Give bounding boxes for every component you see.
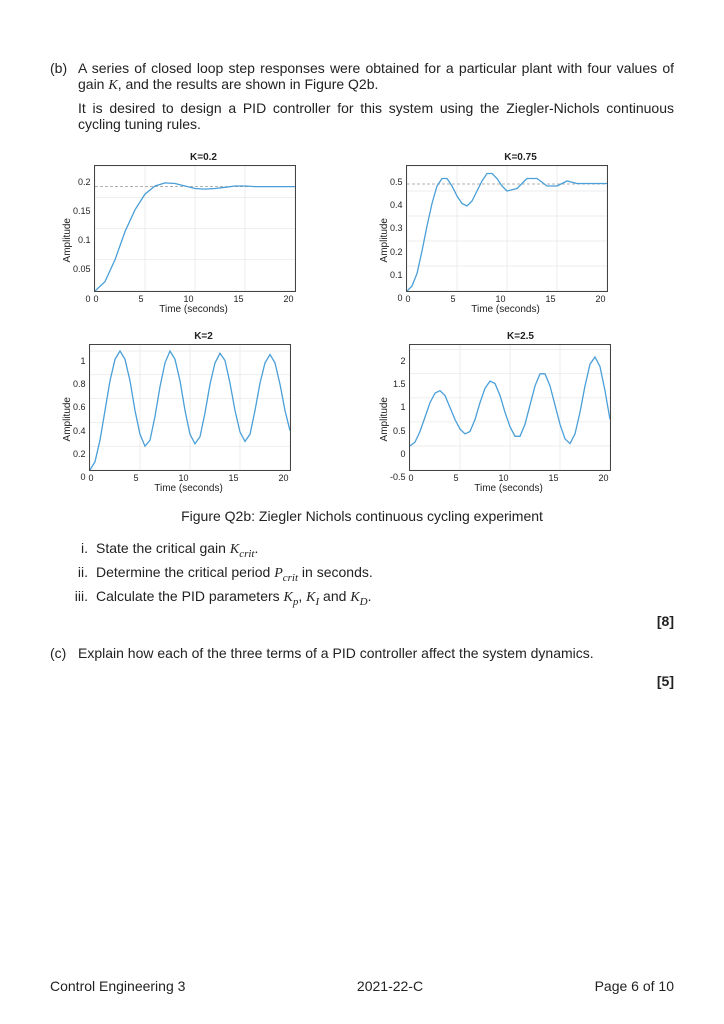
- chart-0-yticks: 0.20.150.10.050: [73, 177, 94, 304]
- marks-c: [5]: [50, 673, 674, 689]
- chart-3-xticks: 05101520: [409, 473, 609, 483]
- sub-i-text: State the critical gain Kcrit.: [96, 540, 258, 560]
- chart-2-ylabel: Amplitude: [60, 397, 73, 441]
- sub-iii-label: iii.: [62, 588, 96, 608]
- sub-i-label: i.: [62, 540, 96, 560]
- sub-item-ii: ii. Determine the critical period Pcrit …: [62, 564, 674, 584]
- chart-0-ylabel: Amplitude: [60, 218, 73, 262]
- chart-3-yticks: 21.510.50-0.5: [390, 356, 409, 483]
- figure-q2b-grid: K=0.2 Amplitude 0.20.150.10.050 05101520…: [60, 152, 664, 494]
- part-b: (b) A series of closed loop step respons…: [50, 60, 674, 138]
- chart-1-plot: [406, 165, 608, 292]
- chart-1-xlabel: Time (seconds): [406, 304, 606, 315]
- part-b-body: A series of closed loop step responses w…: [78, 60, 674, 138]
- chart-0-title: K=0.2: [60, 152, 347, 163]
- chart-2-xlabel: Time (seconds): [89, 483, 289, 494]
- part-b-label: (b): [50, 60, 78, 138]
- part-c-body: Explain how each of the three terms of a…: [78, 645, 674, 667]
- chart-0-plot: [94, 165, 296, 292]
- chart-0-xlabel: Time (seconds): [94, 304, 294, 315]
- chart-3-ylabel: Amplitude: [377, 397, 390, 441]
- sub-iii-text: Calculate the PID parameters Kp, KI and …: [96, 588, 372, 608]
- footer-mid: 2021-22-C: [357, 978, 423, 994]
- chart-1-xticks: 05101520: [406, 294, 606, 304]
- sub-ii-label: ii.: [62, 564, 96, 584]
- chart-1-ylabel: Amplitude: [377, 218, 390, 262]
- marks-b: [8]: [50, 613, 674, 629]
- chart-0: K=0.2 Amplitude 0.20.150.10.050 05101520…: [60, 152, 347, 315]
- part-c-label: (c): [50, 645, 78, 667]
- footer-right: Page 6 of 10: [595, 978, 674, 994]
- chart-2-plot: [89, 344, 291, 471]
- chart-2-xticks: 05101520: [89, 473, 289, 483]
- chart-3-plot: [409, 344, 611, 471]
- exam-page: (b) A series of closed loop step respons…: [0, 0, 724, 1024]
- sub-item-i: i. State the critical gain Kcrit.: [62, 540, 674, 560]
- chart-1-title: K=0.75: [377, 152, 664, 163]
- chart-2: K=2 Amplitude 10.80.60.40.20 05101520 Ti…: [60, 331, 347, 494]
- chart-3-xlabel: Time (seconds): [409, 483, 609, 494]
- chart-0-xticks: 05101520: [94, 294, 294, 304]
- part-c-text: Explain how each of the three terms of a…: [78, 645, 674, 661]
- chart-2-yticks: 10.80.60.40.20: [73, 356, 89, 483]
- sub-ii-text: Determine the critical period Pcrit in s…: [96, 564, 373, 584]
- page-footer: Control Engineering 3 2021-22-C Page 6 o…: [50, 978, 674, 994]
- chart-1: K=0.75 Amplitude 0.50.40.30.20.10 051015…: [377, 152, 664, 315]
- part-b-para1: A series of closed loop step responses w…: [78, 60, 674, 94]
- figure-caption: Figure Q2b: Ziegler Nichols continuous c…: [50, 508, 674, 524]
- sub-items: i. State the critical gain Kcrit. ii. De…: [50, 540, 674, 607]
- chart-3-title: K=2.5: [377, 331, 664, 342]
- part-c: (c) Explain how each of the three terms …: [50, 645, 674, 667]
- footer-left: Control Engineering 3: [50, 978, 185, 994]
- part-b-para2: It is desired to design a PID controller…: [78, 100, 674, 132]
- chart-1-yticks: 0.50.40.30.20.10: [390, 177, 406, 304]
- chart-3: K=2.5 Amplitude 21.510.50-0.5 05101520 T…: [377, 331, 664, 494]
- chart-2-title: K=2: [60, 331, 347, 342]
- sub-item-iii: iii. Calculate the PID parameters Kp, KI…: [62, 588, 674, 608]
